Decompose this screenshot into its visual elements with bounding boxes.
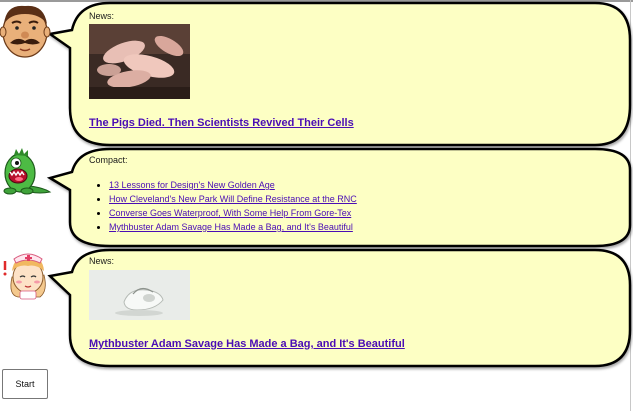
list-item: Converse Goes Waterproof, With Some Help… xyxy=(109,206,357,220)
news-headline-link[interactable]: Mythbuster Adam Savage Has Made a Bag, a… xyxy=(89,338,405,350)
piglets-image xyxy=(89,24,190,99)
list-item: How Cleveland's New Park Will Define Res… xyxy=(109,192,357,206)
list-item: Mythbuster Adam Savage Has Made a Bag, a… xyxy=(109,220,357,234)
news-headline-link[interactable]: The Pigs Died. Then Scientists Revived T… xyxy=(89,117,354,129)
mustached-man-avatar xyxy=(0,5,51,58)
green-monster-avatar xyxy=(3,148,52,195)
list-item: 13 Lessons for Design's New Golden Age xyxy=(109,178,357,192)
compact-news-link[interactable]: Mythbuster Adam Savage Has Made a Bag, a… xyxy=(109,222,353,232)
news-thumbnail[interactable] xyxy=(89,24,190,99)
compact-news-list: 13 Lessons for Design's New Golden Age H… xyxy=(91,178,357,234)
start-button[interactable]: Start xyxy=(2,369,48,399)
message-type-label: Compact: xyxy=(89,155,128,165)
message-type-label: News: xyxy=(89,11,115,21)
compact-news-link[interactable]: Converse Goes Waterproof, With Some Help… xyxy=(109,208,351,218)
news-thumbnail[interactable] xyxy=(89,270,190,320)
compact-news-link[interactable]: 13 Lessons for Design's New Golden Age xyxy=(109,180,275,190)
bag-image xyxy=(89,270,190,320)
message-type-label: News: xyxy=(89,256,115,266)
nurse-girl-avatar xyxy=(3,253,46,300)
compact-news-link[interactable]: How Cleveland's New Park Will Define Res… xyxy=(109,194,357,204)
